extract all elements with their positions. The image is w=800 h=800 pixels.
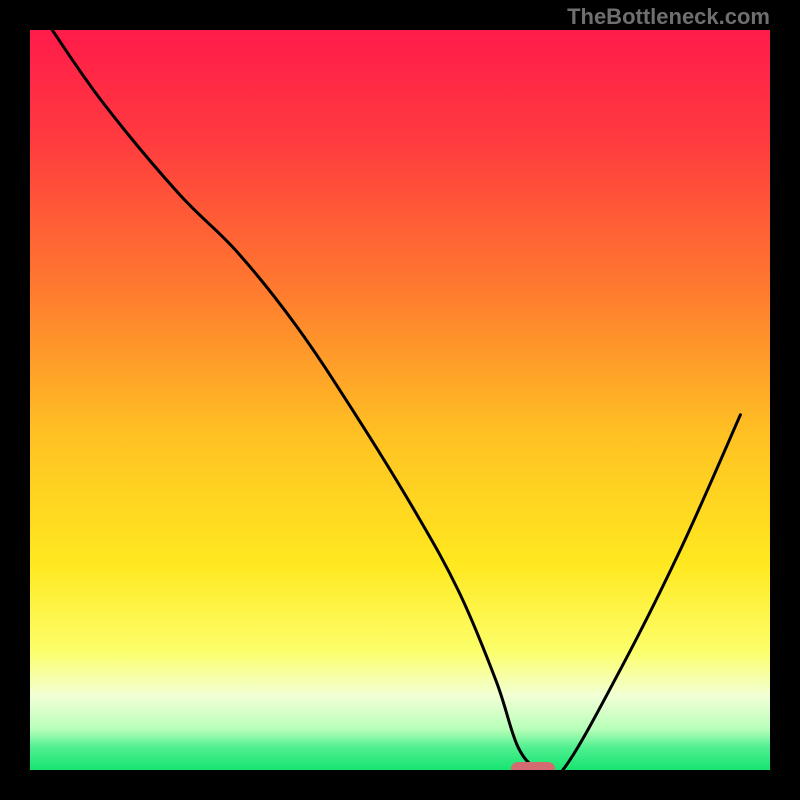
bottleneck-curve <box>52 30 740 770</box>
watermark-text: TheBottleneck.com <box>567 4 770 30</box>
outer-frame: TheBottleneck.com <box>0 0 800 800</box>
plot-area <box>30 30 770 770</box>
curve-layer <box>30 30 770 770</box>
optimal-marker <box>511 762 555 770</box>
